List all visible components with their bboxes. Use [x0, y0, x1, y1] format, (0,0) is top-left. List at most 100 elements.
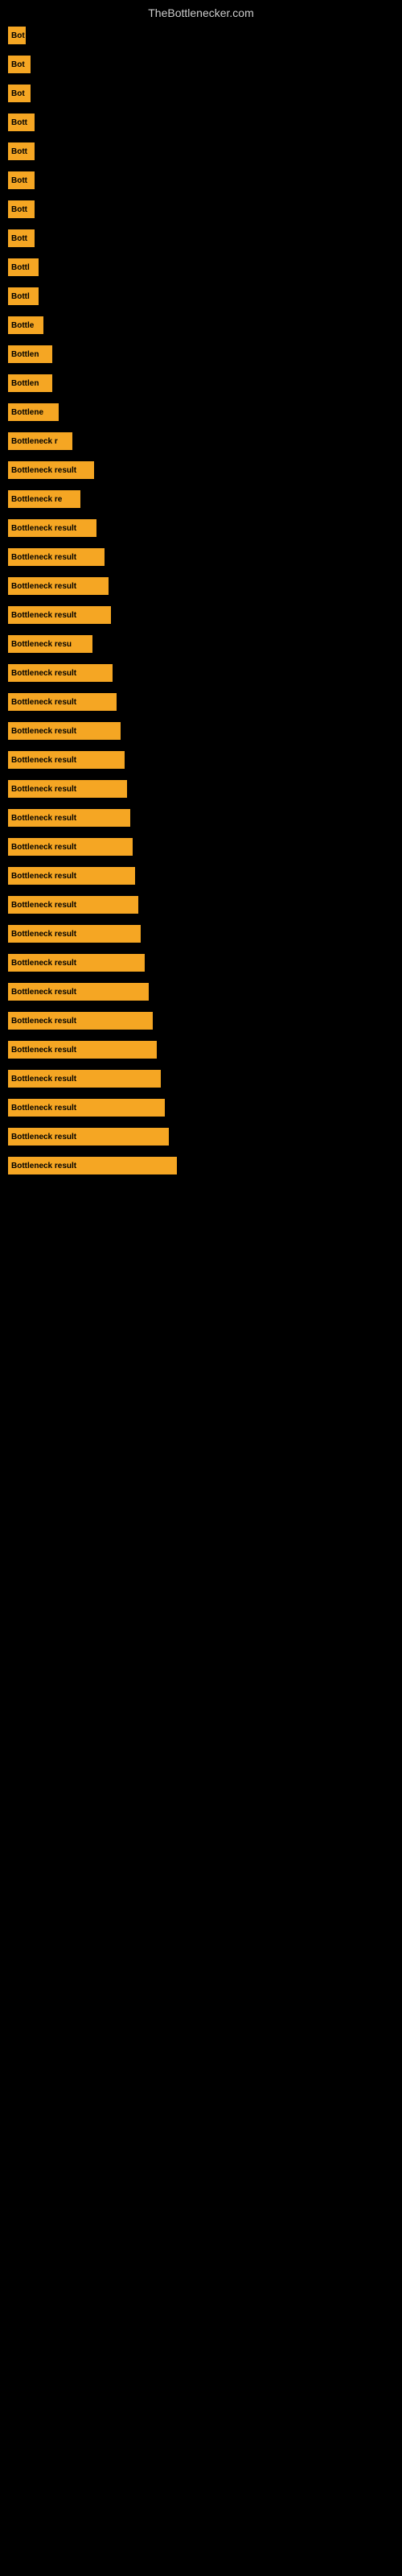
bar-item: Bottleneck result — [8, 1128, 169, 1146]
bar-row: Bott — [8, 227, 394, 250]
bar-item: Bottleneck result — [8, 1099, 165, 1117]
bar-row: Bottle — [8, 314, 394, 336]
bar-item: Bottleneck result — [8, 722, 121, 740]
bar-label: Bottleneck resu — [11, 640, 72, 649]
bar-item: Bottleneck result — [8, 780, 127, 798]
bar-item: Bottleneck result — [8, 867, 135, 885]
bar-row: Bottleneck result — [8, 517, 394, 539]
bar-item: Bottleneck result — [8, 838, 133, 856]
bar-row: Bottleneck result — [8, 662, 394, 684]
bar-label: Bottleneck result — [11, 843, 76, 852]
bar-row: Bott — [8, 140, 394, 163]
bar-label: Bottleneck result — [11, 872, 76, 881]
bar-row: Bottleneck result — [8, 1067, 394, 1090]
bar-item: Bottle — [8, 316, 43, 334]
bar-label: Bottleneck result — [11, 669, 76, 678]
bar-item: Bottleneck result — [8, 896, 138, 914]
bar-label: Bottleneck result — [11, 988, 76, 997]
bar-row: Bottleneck result — [8, 604, 394, 626]
bar-row: Bottl — [8, 285, 394, 308]
bar-item: Bot — [8, 27, 26, 44]
bar-item: Bottleneck result — [8, 925, 141, 943]
bar-label: Bottleneck result — [11, 756, 76, 765]
bar-label: Bottleneck result — [11, 727, 76, 736]
bar-item: Bottleneck re — [8, 490, 80, 508]
bar-row: Bottl — [8, 256, 394, 279]
bar-item: Bottleneck result — [8, 693, 117, 711]
bar-item: Bott — [8, 200, 35, 218]
bar-item: Bottleneck result — [8, 577, 109, 595]
bar-row: Bottleneck result — [8, 1154, 394, 1177]
bar-row: Bottleneck result — [8, 720, 394, 742]
bar-item: Bottleneck result — [8, 664, 113, 682]
bar-row: Bot — [8, 24, 394, 47]
bar-label: Bottleneck result — [11, 901, 76, 910]
bar-row: Bottleneck result — [8, 691, 394, 713]
bar-label: Bottleneck result — [11, 959, 76, 968]
bar-item: Bottleneck result — [8, 954, 145, 972]
bar-row: Bottleneck result — [8, 749, 394, 771]
bar-item: Bottleneck r — [8, 432, 72, 450]
bar-label: Bottleneck result — [11, 1046, 76, 1055]
bar-item: Bott — [8, 114, 35, 131]
bar-label: Bottlen — [11, 379, 39, 388]
bar-label: Bottleneck result — [11, 553, 76, 562]
bar-row: Bottlene — [8, 401, 394, 423]
bar-row: Bottleneck result — [8, 778, 394, 800]
bar-label: Bottleneck result — [11, 698, 76, 707]
bar-row: Bottleneck resu — [8, 633, 394, 655]
bar-label: Bottleneck r — [11, 437, 58, 446]
bar-label: Bottleneck result — [11, 1162, 76, 1170]
bar-label: Bottleneck result — [11, 582, 76, 591]
bar-item: Bottleneck result — [8, 606, 111, 624]
bar-label: Bottleneck result — [11, 466, 76, 475]
bar-label: Bott — [11, 176, 27, 185]
bar-row: Bottleneck result — [8, 980, 394, 1003]
bar-label: Bottlen — [11, 350, 39, 359]
bar-label: Bot — [11, 89, 25, 98]
bar-row: Bottleneck result — [8, 894, 394, 916]
bar-label: Bottleneck result — [11, 1133, 76, 1141]
bar-row: Bott — [8, 198, 394, 221]
bar-label: Bottleneck result — [11, 814, 76, 823]
bar-item: Bott — [8, 229, 35, 247]
bar-row: Bottleneck re — [8, 488, 394, 510]
bar-row: Bottlen — [8, 372, 394, 394]
bar-row: Bottleneck result — [8, 836, 394, 858]
bar-label: Bot — [11, 31, 25, 40]
bar-item: Bottleneck result — [8, 461, 94, 479]
bar-row: Bottleneck r — [8, 430, 394, 452]
bar-row: Bottleneck result — [8, 807, 394, 829]
site-title: TheBottlenecker.com — [0, 0, 402, 23]
bar-item: Bottl — [8, 287, 39, 305]
bar-item: Bottl — [8, 258, 39, 276]
bar-label: Bott — [11, 234, 27, 243]
bar-item: Bottleneck result — [8, 519, 96, 537]
bar-row: Bottleneck result — [8, 459, 394, 481]
bar-item: Bottleneck result — [8, 1157, 177, 1174]
bar-label: Bottleneck result — [11, 524, 76, 533]
bar-label: Bottlene — [11, 408, 43, 417]
bar-label: Bottleneck result — [11, 611, 76, 620]
bar-label: Bottleneck result — [11, 1104, 76, 1113]
bar-label: Bot — [11, 60, 25, 69]
bar-row: Bottleneck result — [8, 1038, 394, 1061]
bar-row: Bottleneck result — [8, 1009, 394, 1032]
bar-label: Bottleneck result — [11, 1017, 76, 1026]
bar-item: Bottleneck result — [8, 809, 130, 827]
bar-item: Bot — [8, 85, 31, 102]
bar-item: Bot — [8, 56, 31, 73]
bar-item: Bott — [8, 142, 35, 160]
bar-label: Bott — [11, 118, 27, 127]
bar-label: Bottl — [11, 263, 30, 272]
bar-label: Bott — [11, 205, 27, 214]
bar-item: Bottlen — [8, 374, 52, 392]
bar-row: Bottleneck result — [8, 1096, 394, 1119]
bar-row: Bottlen — [8, 343, 394, 365]
bar-label: Bottleneck result — [11, 1075, 76, 1084]
bar-row: Bottleneck result — [8, 575, 394, 597]
bar-item: Bottleneck result — [8, 983, 149, 1001]
bar-label: Bottleneck re — [11, 495, 62, 504]
bar-item: Bottlen — [8, 345, 52, 363]
bar-label: Bottleneck result — [11, 785, 76, 794]
